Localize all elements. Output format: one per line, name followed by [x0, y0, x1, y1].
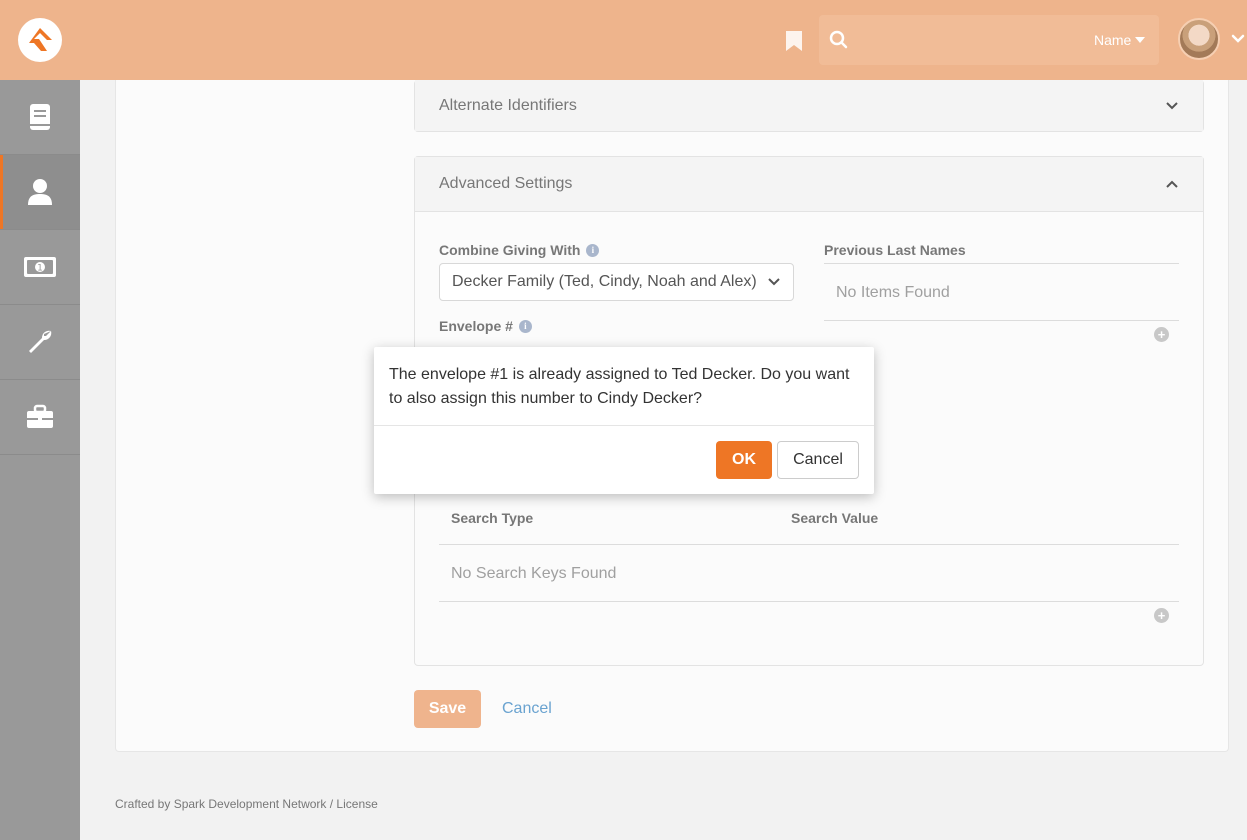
briefcase-icon — [27, 404, 53, 428]
cancel-link[interactable]: Cancel — [502, 700, 552, 718]
rock-logo-icon[interactable] — [18, 18, 62, 62]
dialog-divider — [374, 425, 874, 426]
divider — [439, 544, 1179, 545]
avatar[interactable] — [1178, 18, 1220, 60]
sidebar-item-finance[interactable]: 1 — [0, 230, 80, 305]
caret-down-icon — [1135, 37, 1146, 43]
sidebar-item-people[interactable] — [0, 155, 80, 230]
chevron-down-icon[interactable] — [1230, 31, 1246, 47]
dialog-cancel-button[interactable]: Cancel — [777, 441, 859, 479]
save-button[interactable]: Save — [414, 690, 481, 728]
divider — [439, 601, 1179, 602]
combine-giving-label-text: Combine Giving With — [439, 242, 581, 258]
chevron-down-icon — [1166, 101, 1178, 109]
divider — [824, 263, 1179, 264]
svg-text:1: 1 — [37, 264, 43, 274]
dialog-message: The envelope #1 is already assigned to T… — [389, 366, 850, 407]
search-input[interactable] — [859, 25, 1089, 55]
divider — [824, 320, 1179, 321]
money-icon: 1 — [24, 257, 56, 277]
search-type-dropdown[interactable]: Name — [1094, 32, 1146, 48]
combine-giving-label: Combine Giving With i — [439, 242, 600, 258]
combine-giving-value: Decker Family (Ted, Cindy, Noah and Alex… — [452, 273, 757, 290]
search-box: Name — [819, 15, 1159, 65]
previous-last-names-label: Previous Last Names — [824, 242, 966, 258]
footer-credit: Crafted by Spark Development Network / L… — [115, 797, 378, 811]
search-type-header: Search Type — [451, 510, 534, 526]
combine-giving-select[interactable]: Decker Family (Ted, Cindy, Noah and Alex… — [439, 263, 794, 301]
sidebar-item-tools[interactable] — [0, 305, 80, 380]
sidebar: 1 — [0, 80, 80, 840]
add-previous-name-icon[interactable]: + — [1154, 327, 1169, 342]
person-icon — [28, 179, 52, 205]
advanced-settings-header[interactable]: Advanced Settings — [415, 157, 1203, 212]
envelope-label-text: Envelope # — [439, 318, 513, 334]
search-keys-empty: No Search Keys Found — [451, 565, 617, 582]
book-icon — [30, 104, 50, 130]
info-icon[interactable]: i — [518, 319, 532, 333]
chevron-up-icon — [1166, 180, 1178, 188]
previous-last-names-empty: No Items Found — [836, 284, 950, 301]
ok-button[interactable]: OK — [716, 441, 772, 479]
sidebar-item-book[interactable] — [0, 80, 80, 155]
add-search-key-icon[interactable]: + — [1154, 608, 1169, 623]
top-header: Name — [0, 0, 1247, 80]
alternate-identifiers-header[interactable]: Alternate Identifiers — [415, 80, 1203, 131]
wrench-icon — [29, 330, 52, 353]
sidebar-item-admin[interactable] — [0, 380, 80, 455]
envelope-label: Envelope # i — [439, 318, 532, 334]
search-icon — [829, 30, 849, 50]
confirm-dialog: The envelope #1 is already assigned to T… — [374, 347, 874, 494]
search-value-header: Search Value — [791, 510, 879, 526]
chevron-down-icon — [768, 278, 780, 286]
alternate-identifiers-panel: Alternate Identifiers — [414, 80, 1204, 132]
panel-title: Alternate Identifiers — [439, 96, 577, 114]
info-icon[interactable]: i — [586, 243, 600, 257]
panel-title: Advanced Settings — [439, 175, 573, 192]
bookmark-icon[interactable] — [785, 30, 803, 52]
search-type-label: Name — [1094, 32, 1132, 48]
